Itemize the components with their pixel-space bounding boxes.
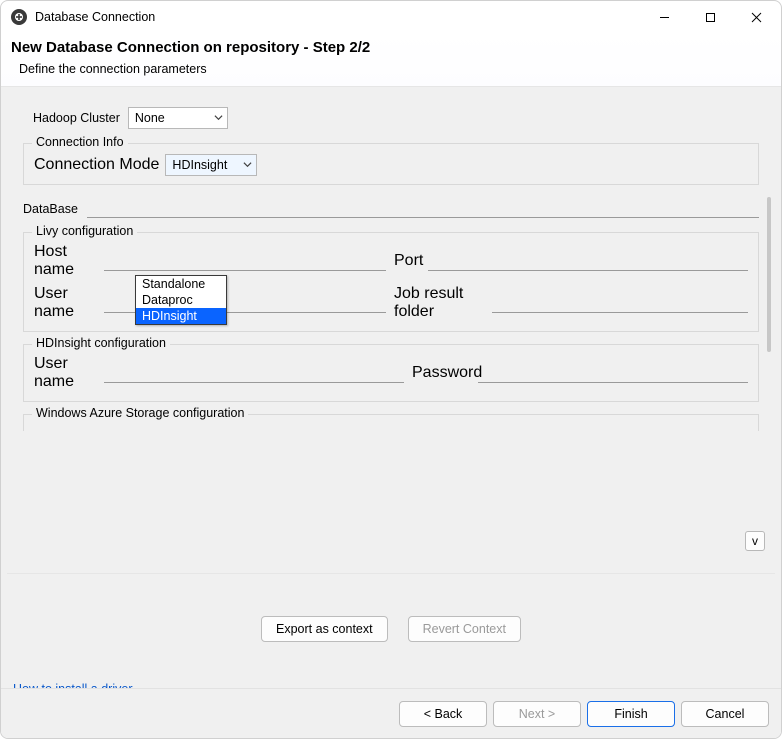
expand-button[interactable]: v [745,531,765,551]
livy-host-label: Host name [34,243,98,279]
connection-info-legend: Connection Info [32,135,128,149]
finish-button[interactable]: Finish [587,701,675,727]
connection-mode-label: Connection Mode [34,156,159,174]
hadoop-cluster-combo[interactable]: None [128,107,228,129]
hdi-password-input[interactable] [478,364,748,383]
hdinsight-config-group: HDInsight configuration User name Passwo… [23,344,759,402]
scrollbar[interactable] [767,197,771,352]
app-icon [11,9,27,25]
hadoop-cluster-row: Hadoop Cluster None [33,107,759,129]
wizard-footer: < Back Next > Finish Cancel [1,688,781,738]
titlebar: Database Connection [1,1,781,33]
livy-job-folder-input[interactable] [492,294,748,313]
dropdown-option-dataproc[interactable]: Dataproc [136,292,226,308]
dropdown-option-hdinsight[interactable]: HDInsight [136,308,226,324]
livy-job-folder-label: Job result folder [394,285,486,321]
chevron-down-icon [214,111,223,125]
database-label: DataBase [23,202,81,216]
minimize-button[interactable] [641,1,687,33]
separator [7,573,775,574]
hadoop-cluster-value: None [129,111,185,125]
next-button[interactable]: Next > [493,701,581,727]
maximize-button[interactable] [687,1,733,33]
azure-storage-group: Windows Azure Storage configuration [23,414,759,431]
livy-config-legend: Livy configuration [32,224,137,238]
livy-user-label: User name [34,285,98,321]
database-input[interactable] [87,199,759,218]
cancel-button[interactable]: Cancel [681,701,769,727]
livy-config-group: Livy configuration Host name Port User n… [23,232,759,332]
livy-port-label: Port [394,252,422,270]
revert-context-button[interactable]: Revert Context [408,616,521,642]
hadoop-cluster-label: Hadoop Cluster [33,111,120,125]
page-title: New Database Connection on repository - … [11,39,771,56]
connection-info-group: Connection Info Connection Mode HDInsigh… [23,143,759,185]
dropdown-option-standalone[interactable]: Standalone [136,276,226,292]
hdi-user-input[interactable] [104,364,404,383]
wizard-body: Hadoop Cluster None Connection Info Conn… [1,87,781,688]
wizard-header: New Database Connection on repository - … [1,33,781,87]
connection-mode-combo[interactable]: HDInsight [165,154,257,176]
chevron-down-icon [243,158,252,172]
window-title: Database Connection [35,10,155,24]
page-subtitle: Define the connection parameters [11,62,771,76]
database-row: DataBase [23,199,759,218]
dialog-window: Database Connection New Database Connect… [0,0,782,739]
azure-storage-legend: Windows Azure Storage configuration [32,406,248,420]
livy-host-input[interactable] [104,252,386,271]
back-button[interactable]: < Back [399,701,487,727]
hdi-user-label: User name [34,355,98,391]
connection-mode-value: HDInsight [166,158,247,172]
help-link[interactable]: How to install a driver [13,682,133,688]
context-button-row: Export as context Revert Context [1,616,781,642]
livy-port-input[interactable] [428,252,748,271]
hdi-password-label: Password [412,364,472,382]
close-button[interactable] [733,1,779,33]
connection-mode-dropdown[interactable]: Standalone Dataproc HDInsight [135,275,227,325]
hdinsight-config-legend: HDInsight configuration [32,336,170,350]
export-context-button[interactable]: Export as context [261,616,388,642]
